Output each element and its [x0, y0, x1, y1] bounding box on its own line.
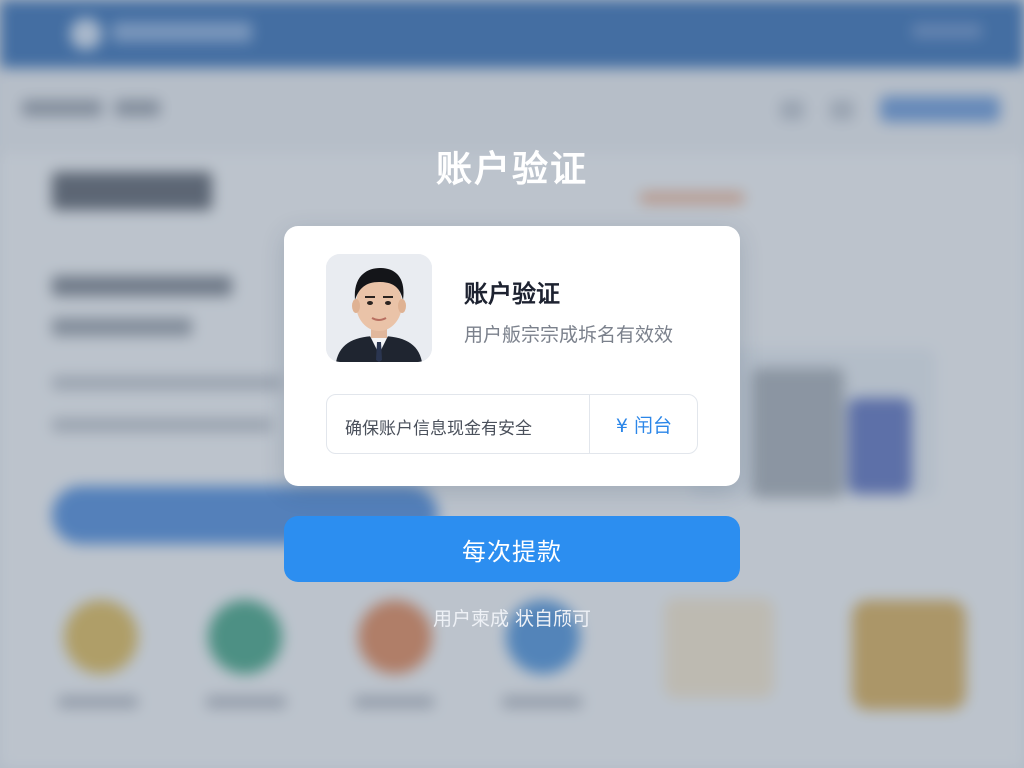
- verification-card: 账户验证 用户舨宗宗成坼名有效效 确保账户信息现金有安全 ¥ 闬台: [284, 226, 740, 486]
- account-info-field[interactable]: 确保账户信息现金有安全 ¥ 闬台: [326, 394, 698, 454]
- dialog-title: 账户验证: [435, 149, 588, 190]
- card-title: 账户验证: [464, 280, 560, 308]
- card-subtitle: 用户舨宗宗成坼名有效效: [464, 324, 674, 346]
- field-action-link[interactable]: ¥ 闬台: [590, 395, 698, 453]
- footer-link[interactable]: 用户柬成 状自颀可: [0, 604, 1024, 631]
- person-photo-icon: [326, 254, 432, 362]
- withdraw-button[interactable]: 每次提款: [284, 516, 740, 582]
- account-info-text: 确保账户信息现金有安全: [345, 419, 532, 439]
